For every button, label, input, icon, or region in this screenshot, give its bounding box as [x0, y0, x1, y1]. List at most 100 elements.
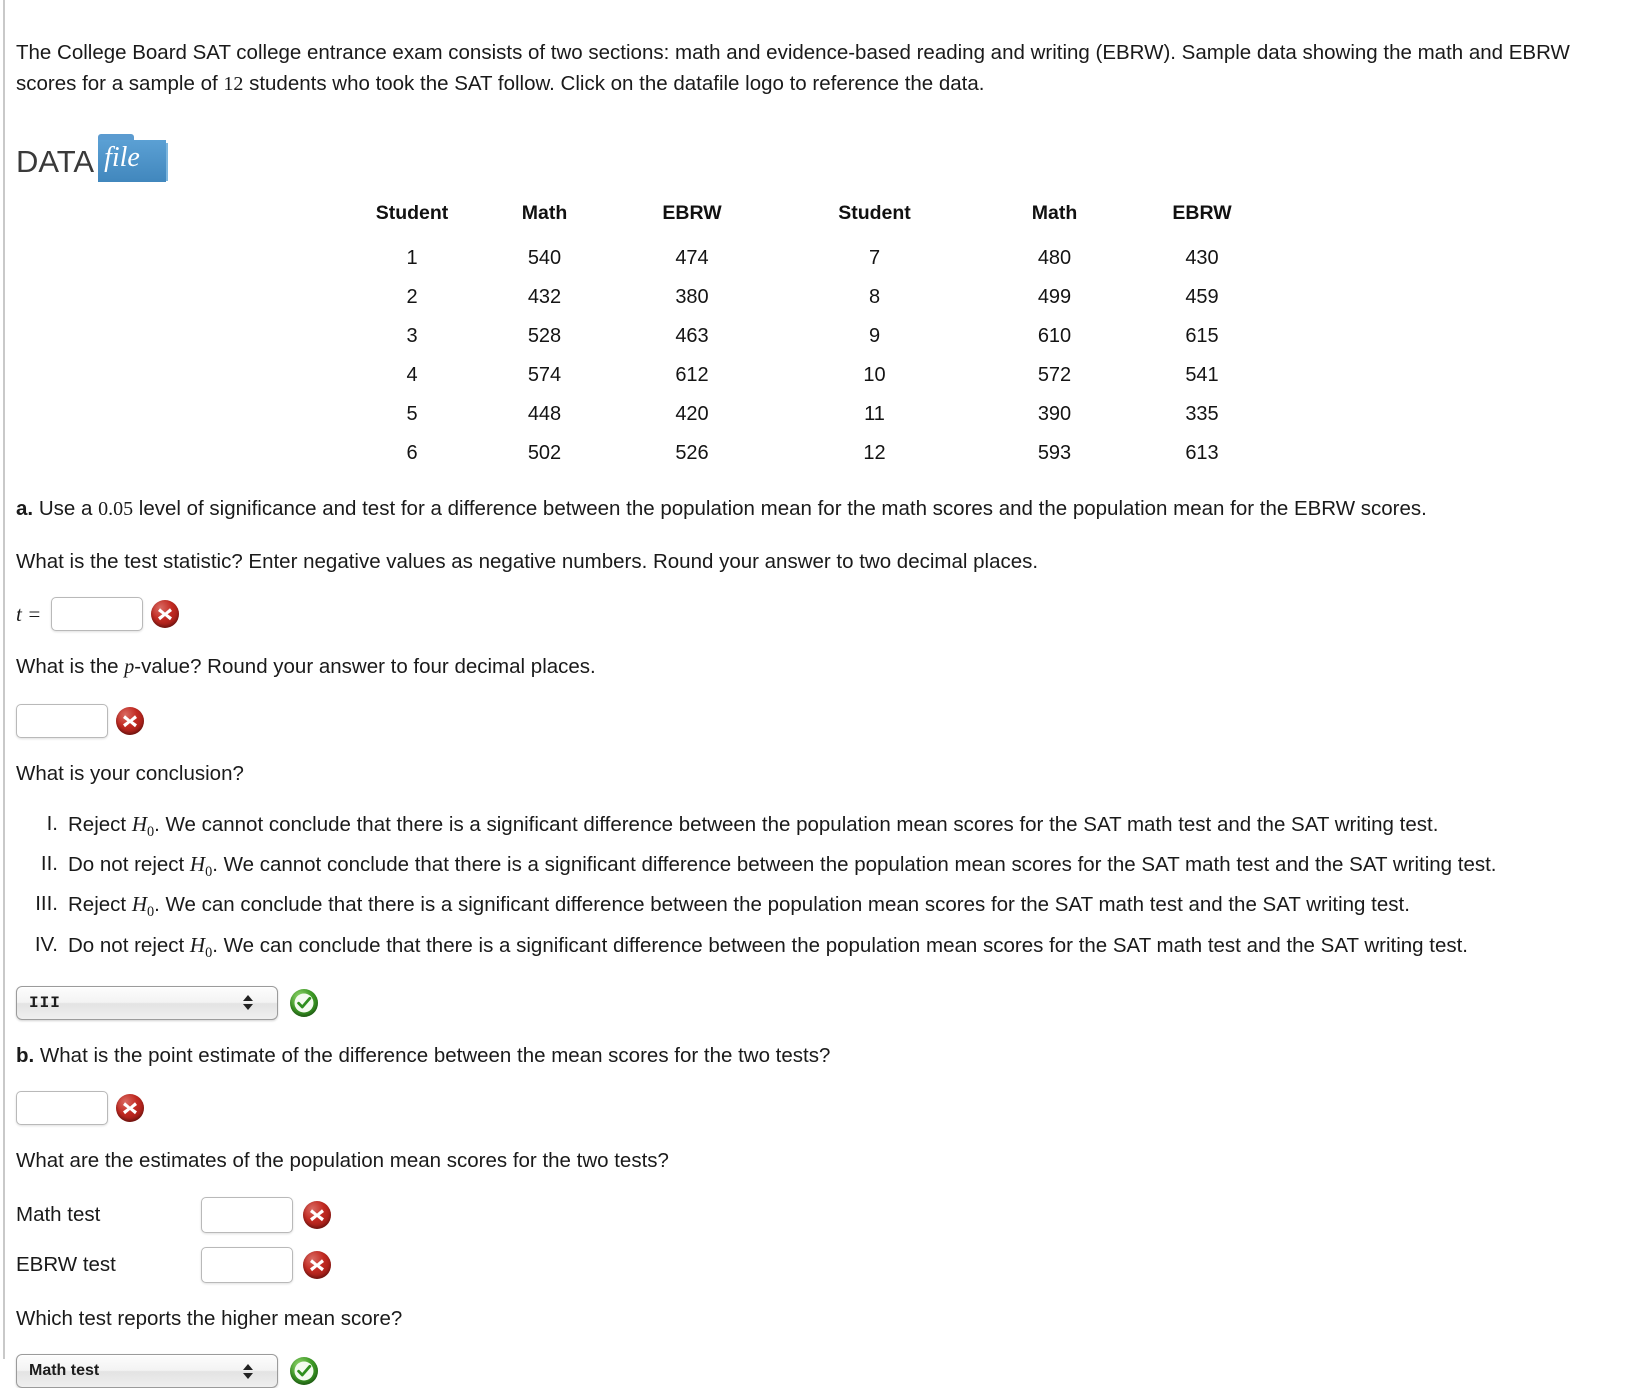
significance-level-value: 0.05: [98, 498, 134, 520]
list-item: III. Reject H0. We can conclude that the…: [16, 889, 1633, 927]
cell-student-2: 9: [868, 325, 881, 347]
cell-math-2: 480: [1037, 247, 1072, 269]
option-text: Reject H0. We can conclude that there is…: [68, 889, 1633, 927]
cell-ebrw-2: 430: [1185, 247, 1219, 269]
option-text-before: Do not reject: [68, 933, 190, 957]
h-symbol: H: [189, 932, 206, 957]
cell-ebrw-2: 459: [1185, 286, 1219, 308]
column-header-student-2: Student: [838, 202, 911, 224]
h-null-symbol: H0: [189, 852, 212, 880]
cell-ebrw-1: 380: [675, 286, 709, 308]
cell-student-2: 8: [868, 286, 881, 308]
cell-math-1: 540: [527, 247, 562, 269]
check-circle-icon: [290, 988, 318, 1017]
column-header-ebrw-2: EBRW: [1172, 202, 1232, 224]
higher-mean-prompt: Which test reports the higher mean score…: [16, 1306, 403, 1330]
option-number: I.: [46, 812, 58, 835]
column-header-ebrw-1: EBRW: [662, 202, 722, 224]
sat-scores-table: Student Math EBRW Student Math EBRW 1 54…: [352, 198, 1277, 473]
t-equals-label: t =: [16, 601, 42, 626]
x-circle-icon: [116, 1094, 144, 1123]
sample-size-value: 12: [223, 72, 244, 95]
conclusion-options-list: I. Reject H0. We cannot conclude that th…: [16, 809, 1633, 968]
point-estimate-answer-row: [16, 1091, 1633, 1126]
part-b-prompt-text: What is the point estimate of the differ…: [39, 1043, 831, 1067]
option-text-before: Reject: [68, 813, 132, 836]
conclusion-select-value: III: [29, 993, 61, 1012]
test-statistic-prompt: What is the test statistic? Enter negati…: [16, 549, 1039, 573]
population-mean-estimates-prompt: What are the estimates of the population…: [16, 1149, 669, 1173]
ebrw-test-label: EBRW test: [16, 1252, 116, 1276]
cell-math-1: 528: [527, 325, 562, 347]
ebrw-test-input[interactable]: [201, 1246, 293, 1283]
part-a-label: a.: [16, 497, 34, 520]
cell-student-1: 5: [406, 403, 418, 425]
higher-mean-select-row: Math test: [16, 1354, 1633, 1388]
table-row: 5 448 420 11 390 335: [352, 395, 1277, 434]
cell-ebrw-2: 613: [1185, 442, 1219, 464]
option-text: Do not reject H0. We can conclude that t…: [68, 930, 1633, 968]
conclusion-select[interactable]: III: [16, 985, 278, 1020]
option-text-before: Do not reject: [68, 853, 190, 877]
cell-ebrw-1: 612: [675, 364, 709, 386]
cell-student-1: 6: [406, 442, 418, 464]
table-row: 2 432 380 8 499 459: [352, 278, 1277, 317]
cell-math-2: 610: [1037, 325, 1072, 347]
pvalue-answer-row: [16, 703, 1633, 738]
cell-student-1: 1: [406, 247, 418, 269]
cell-math-1: 432: [527, 286, 562, 308]
cell-student-2: 11: [864, 403, 885, 425]
cell-math-2: 572: [1037, 364, 1072, 386]
table-row: 1 540 474 7 480 430: [352, 239, 1277, 278]
h-symbol: H: [189, 852, 206, 877]
list-item: I. Reject H0. We cannot conclude that th…: [16, 809, 1633, 847]
option-text-after: . We can conclude that there is a signif…: [154, 893, 1410, 917]
test-statistic-input[interactable]: [51, 597, 144, 631]
cell-ebrw-1: 526: [675, 442, 709, 464]
math-test-label: Math test: [16, 1202, 101, 1226]
column-header-math-1: Math: [521, 202, 568, 224]
chevron-updown-icon: [243, 1363, 253, 1379]
cell-ebrw-2: 615: [1185, 325, 1219, 347]
option-text-before: Reject: [68, 893, 132, 917]
conclusion-prompt: What is your conclusion?: [16, 761, 244, 785]
table-header-row: Student Math EBRW Student Math EBRW: [352, 198, 1277, 239]
list-item: II. Do not reject H0. We cannot conclude…: [16, 849, 1633, 887]
datafile-logo-link[interactable]: DATA file: [16, 134, 170, 182]
x-circle-icon: [303, 1250, 331, 1279]
pvalue-symbol: p: [124, 656, 135, 678]
left-edge-rule: [3, 0, 5, 1359]
intro-text-part2: students who took the SAT follow. Click …: [243, 71, 985, 95]
table-row: 3 528 463 9 610 615: [352, 317, 1277, 356]
x-circle-icon: [116, 706, 144, 735]
part-a-prompt-after: level of significance and test for a dif…: [133, 497, 1427, 520]
point-estimate-input[interactable]: [16, 1091, 108, 1126]
h-null-symbol: H0: [189, 932, 212, 961]
cell-ebrw-1: 474: [675, 247, 709, 269]
cell-math-1: 502: [527, 442, 562, 464]
cell-student-1: 2: [406, 286, 418, 308]
part-a-prompt-before: Use a: [38, 497, 99, 520]
test-statistic-answer-row: t =: [16, 597, 1633, 631]
h-symbol: H: [131, 892, 147, 917]
sat-scores-table-wrapper: Student Math EBRW Student Math EBRW 1 54…: [16, 198, 1633, 473]
cell-math-2: 499: [1037, 286, 1072, 308]
table-row: 4 574 612 10 572 541: [352, 356, 1277, 395]
cell-student-1: 3: [406, 325, 418, 347]
table-row: 6 502 526 12 593 613: [352, 434, 1277, 473]
part-a-prompt: a. Use a 0.05 level of significance and …: [16, 493, 1633, 525]
higher-mean-select[interactable]: Math test: [16, 1354, 278, 1388]
part-b-prompt: b. What is the point estimate of the dif…: [16, 1040, 1633, 1071]
cell-ebrw-2: 541: [1185, 364, 1219, 386]
higher-mean-select-value: Math test: [29, 1362, 100, 1380]
cell-student-2: 12: [863, 442, 886, 464]
math-test-input[interactable]: [201, 1196, 293, 1233]
folder-icon: file: [98, 134, 170, 182]
cell-student-2: 10: [863, 364, 886, 386]
cell-math-1: 448: [527, 403, 562, 425]
cell-ebrw-1: 463: [675, 325, 709, 347]
datafile-logo-text: DATA: [16, 144, 95, 179]
pvalue-input[interactable]: [16, 703, 108, 738]
cell-math-2: 390: [1037, 403, 1072, 425]
ebrw-test-estimate-row: EBRW test: [16, 1246, 1633, 1283]
